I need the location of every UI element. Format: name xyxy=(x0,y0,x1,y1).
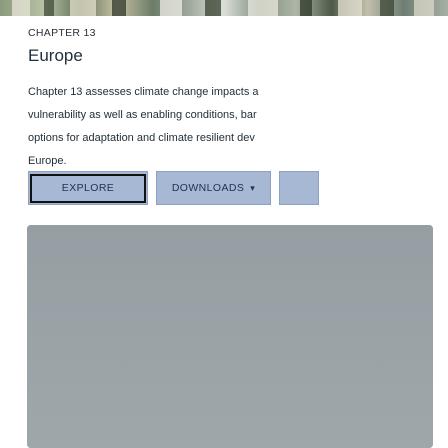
hero-image-fragment xyxy=(70,0,96,16)
description-line: Europe. xyxy=(28,155,67,167)
chapter-description: Chapter 13 assesses climate change impac… xyxy=(28,81,448,173)
hero-image-fragment xyxy=(12,0,30,16)
chapter-summary: CHAPTER 13 Europe Chapter 13 assesses cl… xyxy=(28,26,448,173)
more-button[interactable] xyxy=(279,171,319,205)
description-line: vulnerability as well as enabling condit… xyxy=(28,109,257,121)
downloads-button-label: DOWNLOADS xyxy=(171,182,245,194)
explore-button[interactable]: EXPLORE xyxy=(28,171,148,205)
preview-image-fill xyxy=(27,225,433,448)
page: CHAPTER 13 Europe Chapter 13 assesses cl… xyxy=(0,0,448,448)
hero-image-fragment xyxy=(205,0,221,16)
chapter-preview-image xyxy=(27,225,433,448)
description-line: Chapter 13 assesses climate change impac… xyxy=(28,86,259,98)
hero-image-fragment xyxy=(414,0,434,16)
hero-image-fragment xyxy=(44,0,54,16)
downloads-dropdown-button[interactable]: DOWNLOADS ▾ xyxy=(156,171,271,205)
chapter-label: CHAPTER 13 xyxy=(28,27,96,39)
chevron-down-icon: ▾ xyxy=(250,182,256,193)
action-buttons: EXPLORE DOWNLOADS ▾ xyxy=(28,171,448,205)
explore-button-label: EXPLORE xyxy=(61,182,115,194)
description-line: options for adaptation and climate resil… xyxy=(28,132,255,144)
hero-banner-image xyxy=(0,0,448,16)
chapter-title: Europe xyxy=(28,46,83,65)
hero-image-fragment xyxy=(338,0,362,16)
hero-image-fragment xyxy=(160,0,182,16)
hero-image-fragment xyxy=(380,0,394,16)
hero-image-fragment xyxy=(300,0,312,16)
hero-image-fragment xyxy=(248,0,278,16)
hero-image-fragment xyxy=(112,0,126,16)
